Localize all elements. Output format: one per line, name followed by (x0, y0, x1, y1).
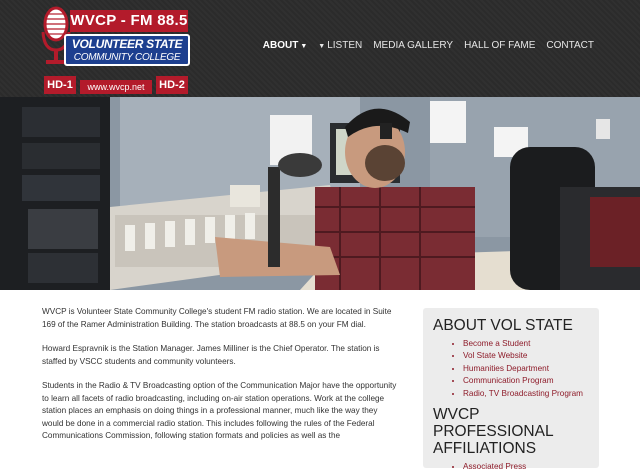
main-content: WVCP is Volunteer State Community Colleg… (42, 306, 400, 455)
school-name-badge: VOLUNTEER STATE COMMUNITY COLLEGE (64, 34, 190, 66)
about-vol-state-heading: ABOUT VOL STATE (433, 317, 573, 334)
students-paragraph: Students in the Radio & TV Broadcasting … (42, 381, 397, 440)
hd2-badge: HD-2 (156, 76, 188, 94)
school-name-line1: VOLUNTEER STATE (71, 37, 183, 51)
hd1-badge: HD-1 (44, 76, 76, 94)
site-header: WVCP - FM 88.5 VOLUNTEER STATE COMMUNITY… (0, 0, 640, 97)
link-communication-program[interactable]: Communication Program (463, 376, 554, 385)
nav-hall-of-fame[interactable]: HALL OF FAME (464, 40, 535, 51)
list-item: Associated Press (463, 461, 589, 473)
school-name-line2: COMMUNITY COLLEGE (73, 52, 181, 63)
list-item: Communication Program (463, 375, 589, 387)
studio-photo (0, 97, 640, 290)
logo-url: www.wvcp.net (80, 80, 152, 94)
affiliations-list: Associated Press (433, 461, 589, 473)
list-item: Become a Student (463, 338, 589, 350)
caret-down-icon: ▼ (318, 43, 326, 50)
about-links-list: Become a Student Vol State Website Human… (433, 338, 589, 400)
link-vol-state-website[interactable]: Vol State Website (463, 351, 527, 360)
nav-about-label: ABOUT (262, 40, 299, 51)
nav-about[interactable]: ABOUT ▼ (263, 40, 308, 51)
nav-media-gallery[interactable]: MEDIA GALLERY (373, 40, 453, 51)
nav-contact[interactable]: CONTACT (546, 40, 594, 51)
link-associated-press[interactable]: Associated Press (463, 462, 526, 471)
staff-paragraph: Howard Espravnik is the Station Manager.… (42, 344, 380, 366)
list-item: Vol State Website (463, 350, 589, 362)
sidebar: ABOUT VOL STATE Become a Student Vol Sta… (423, 308, 599, 471)
call-sign: WVCP - FM 88.5 (70, 10, 188, 32)
nav-listen[interactable]: ▼ LISTEN (318, 40, 362, 51)
intro-paragraph: WVCP is Volunteer State Community Colleg… (42, 307, 392, 329)
link-radio-tv-program[interactable]: Radio, TV Broadcasting Program (463, 389, 583, 398)
affiliations-heading: WVCP PROFESSIONAL AFFILIATIONS (433, 406, 554, 458)
link-humanities-department[interactable]: Humanities Department (463, 364, 549, 373)
nav-listen-label: LISTEN (327, 40, 363, 51)
caret-down-icon: ▼ (300, 43, 308, 50)
station-logo[interactable]: WVCP - FM 88.5 VOLUNTEER STATE COMMUNITY… (40, 6, 190, 94)
link-become-student[interactable]: Become a Student (463, 339, 530, 348)
main-nav: ABOUT ▼ ▼ LISTEN MEDIA GALLERY HALL OF FAM… (263, 40, 594, 51)
list-item: Radio, TV Broadcasting Program (463, 388, 589, 400)
list-item: Humanities Department (463, 363, 589, 375)
